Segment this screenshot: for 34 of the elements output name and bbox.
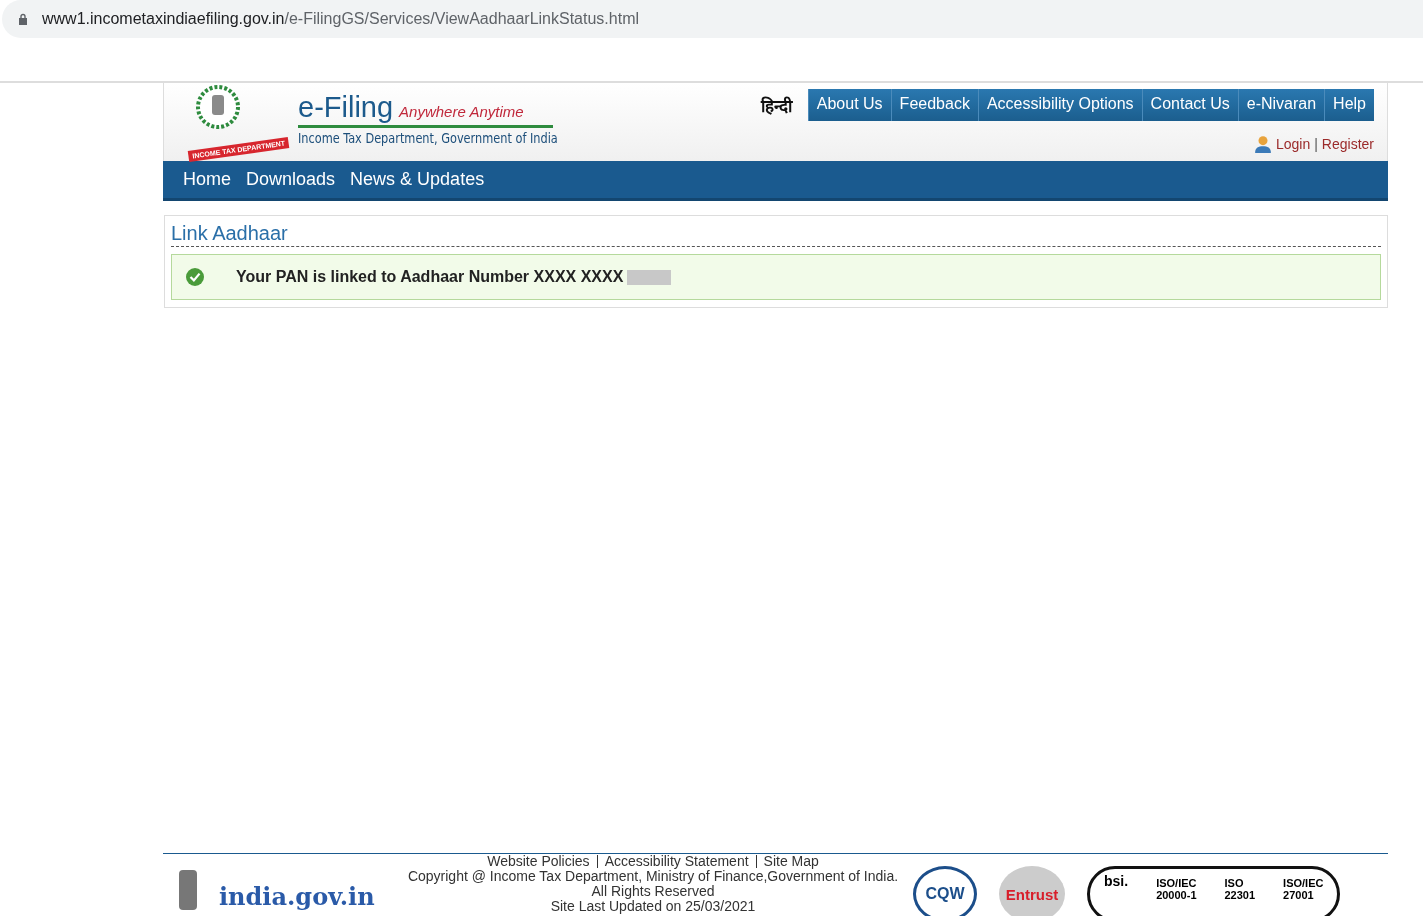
portal-logo-text: india.gov.in	[219, 882, 375, 911]
separator-text: |	[1314, 136, 1318, 152]
top-menu-item[interactable]: Contact Us	[1141, 89, 1238, 121]
lock-icon	[18, 13, 28, 25]
panel-title: Link Aadhaar	[171, 222, 1381, 247]
register-link[interactable]: Register	[1321, 136, 1374, 152]
hindi-link[interactable]: हिन्दी	[760, 93, 792, 117]
security-seal: Entrust	[999, 866, 1065, 916]
top-menu-item[interactable]: About Us	[807, 89, 891, 121]
updated-text: Site Last Updated on 25/03/2021	[550, 899, 756, 914]
top-menu-item[interactable]: Accessibility Options	[977, 89, 1142, 121]
department-subtitle: Income Tax Department, Government of India	[298, 130, 558, 146]
address-bar[interactable]: www1.incometaxindiaefiling.gov.in/e-FilingGS/Services/ViewAadhaarLinkStatus.html	[2, 0, 1423, 38]
tagline: Anywhere Anytime	[399, 103, 524, 120]
rights-text: All Rights Reserved	[591, 884, 715, 899]
footer-link[interactable]: Website Policies	[487, 854, 590, 869]
nav-link[interactable]: News & Updates	[350, 169, 485, 190]
status-message: Your PAN is linked to Aadhaar Number XXXX XXXX	[236, 268, 624, 286]
login-link[interactable]: Login	[1275, 136, 1311, 152]
top-menu-item[interactable]: Help	[1324, 89, 1374, 121]
redacted-block	[627, 269, 672, 285]
top-menu-item[interactable]: e-Nivaran	[1237, 89, 1325, 121]
certification-badge: CQW	[913, 866, 977, 916]
footer-link[interactable]: Site Map	[763, 854, 819, 869]
top-menu-item[interactable]: Feedback	[890, 89, 978, 121]
brand-title: e-Filing	[298, 91, 394, 124]
nav-link[interactable]: Home	[183, 169, 231, 190]
copyright-text: Copyright @ Income Tax Department, Ministry of Finance,Government of India.	[407, 869, 899, 884]
user-icon	[1253, 135, 1272, 153]
footer-link[interactable]: Accessibility Statement	[604, 854, 749, 869]
url-text: www1.incometaxindiaefiling.gov.in/e-FilingGS/Services/ViewAadhaarLinkStatus.html	[42, 10, 640, 28]
check-icon	[186, 268, 204, 286]
nav-link[interactable]: Downloads	[246, 169, 336, 190]
iso-badge: bsi. ISO/IEC 20000-1 ISO 22301 ISO/IEC 27001	[1087, 866, 1341, 916]
